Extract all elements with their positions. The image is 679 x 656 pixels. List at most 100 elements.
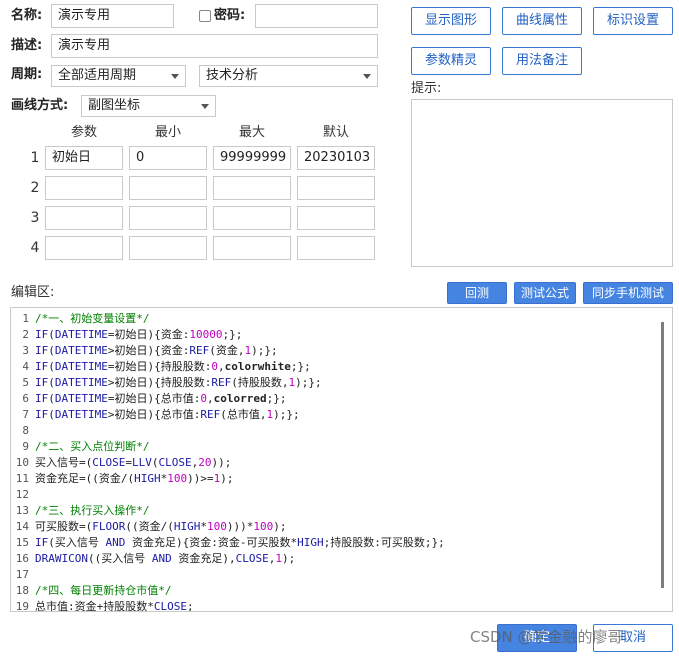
param-name-field[interactable] — [45, 236, 123, 260]
param-default-field[interactable] — [297, 176, 375, 200]
code-line: 1 /*一、初始变量设置*/ — [11, 311, 149, 327]
param-max-field[interactable] — [213, 236, 291, 260]
code-text: /*三、执行买入操作*/ — [35, 504, 150, 517]
chevron-down-icon — [363, 74, 371, 79]
line-number: 11 — [15, 472, 29, 485]
param-wizard-button[interactable]: 参数精灵 — [411, 47, 491, 75]
usage-notes-button[interactable]: 用法备注 — [502, 47, 582, 75]
param-min-field[interactable] — [129, 236, 207, 260]
param-min-field[interactable]: 0 — [129, 146, 207, 170]
param-default-field[interactable] — [297, 206, 375, 230]
show-chart-button[interactable]: 显示图形 — [411, 7, 491, 35]
code-text: 总市值:资金+持股股数*CLOSE; — [35, 600, 194, 612]
sync-mobile-test-button[interactable]: 同步手机测试 — [583, 282, 673, 304]
param-name-field[interactable] — [45, 176, 123, 200]
editor-label: 编辑区: — [11, 285, 55, 300]
period-select[interactable]: 全部适用周期 — [51, 65, 186, 87]
line-number: 12 — [15, 488, 29, 501]
code-line: 7 IF(DATETIME>初始日){总市值:REF(总市值,1);}; — [11, 407, 300, 423]
watermark: CSDN @学金融的廖哥 — [470, 628, 623, 646]
password-field[interactable] — [255, 4, 378, 28]
code-text: 资金充足=((资金/(HIGH*100))>=1); — [35, 472, 234, 485]
code-line: 5 IF(DATETIME>初始日){持股股数:REF(持股股数,1);}; — [11, 375, 322, 391]
param-min-field[interactable] — [129, 206, 207, 230]
code-text: DRAWICON((买入信号 AND 资金充足),CLOSE,1); — [35, 552, 296, 565]
code-line: 10 买入信号=(CLOSE=LLV(CLOSE,20)); — [11, 455, 232, 471]
code-text: 买入信号=(CLOSE=LLV(CLOSE,20)); — [35, 456, 232, 469]
desc-field[interactable]: 演示专用 — [51, 34, 378, 58]
line-number: 17 — [15, 568, 29, 581]
editor-scrollbar[interactable] — [661, 322, 664, 588]
param-default-field[interactable] — [297, 236, 375, 260]
code-text: IF(买入信号 AND 资金充足){资金:资金-可买股数*HIGH;持股股数:可… — [35, 536, 445, 549]
code-line: 9 /*二、买入点位判断*/ — [11, 439, 150, 455]
param-col-header: 参数 — [70, 125, 97, 140]
code-line: 18 /*四、每日更新持仓市值*/ — [11, 583, 172, 599]
period-label: 周期: — [11, 67, 43, 82]
code-line: 13 /*三、执行买入操作*/ — [11, 503, 150, 519]
code-line: 17 — [11, 567, 35, 583]
line-number: 4 — [22, 360, 29, 373]
max-col-header: 最大 — [238, 125, 265, 140]
draw-mode-select[interactable]: 副图坐标 — [81, 95, 216, 117]
password-checkbox[interactable] — [199, 10, 211, 22]
category-select[interactable]: 技术分析 — [199, 65, 378, 87]
line-number: 2 — [22, 328, 29, 341]
param-row-number: 3 — [30, 210, 40, 226]
line-number: 13 — [15, 504, 29, 517]
code-line: 2 IF(DATETIME=初始日){资金:10000;}; — [11, 327, 242, 343]
param-row-number: 4 — [30, 240, 40, 256]
period-select-value: 全部适用周期 — [58, 68, 137, 83]
param-max-field[interactable] — [213, 176, 291, 200]
code-line: 11 资金充足=((资金/(HIGH*100))>=1); — [11, 471, 234, 487]
line-number: 7 — [22, 408, 29, 421]
line-number: 6 — [22, 392, 29, 405]
code-text: IF(DATETIME=初始日){资金:10000;}; — [35, 328, 243, 341]
curve-props-button[interactable]: 曲线属性 — [502, 7, 582, 35]
default-col-header: 默认 — [322, 125, 349, 140]
param-max-field[interactable] — [213, 206, 291, 230]
code-text: /*四、每日更新持仓市值*/ — [35, 584, 172, 597]
code-line: 19 总市值:资金+持股股数*CLOSE; — [11, 599, 194, 612]
code-text: IF(DATETIME>初始日){总市值:REF(总市值,1);}; — [35, 408, 300, 421]
password-label: 密码: — [214, 8, 246, 23]
code-line: 8 — [11, 423, 35, 439]
line-number: 16 — [15, 552, 29, 565]
code-line: 12 — [11, 487, 35, 503]
code-line: 4 IF(DATETIME=初始日){持股股数:0,colorwhite;}; — [11, 359, 310, 375]
line-number: 1 — [22, 312, 29, 325]
code-text: IF(DATETIME>初始日){资金:REF(资金,1);}; — [35, 344, 278, 357]
line-number: 8 — [22, 424, 29, 437]
param-name-field[interactable]: 初始日 — [45, 146, 123, 170]
code-line: 16 DRAWICON((买入信号 AND 资金充足),CLOSE,1); — [11, 551, 295, 567]
chevron-down-icon — [171, 74, 179, 79]
param-max-field[interactable]: 99999999 — [213, 146, 291, 170]
param-row-number: 1 — [30, 150, 40, 166]
param-row-number: 2 — [30, 180, 40, 196]
hint-textarea[interactable] — [411, 99, 673, 267]
min-col-header: 最小 — [154, 125, 181, 140]
backtest-button[interactable]: 回测 — [447, 282, 507, 304]
param-name-field[interactable] — [45, 206, 123, 230]
code-text: /*二、买入点位判断*/ — [35, 440, 150, 453]
code-line: 6 IF(DATETIME=初始日){总市值:0,colorred;}; — [11, 391, 286, 407]
param-min-field[interactable] — [129, 176, 207, 200]
code-text: IF(DATETIME>初始日){持股股数:REF(持股股数,1);}; — [35, 376, 322, 389]
draw-mode-select-value: 副图坐标 — [88, 98, 141, 113]
code-line: 3 IF(DATETIME>初始日){资金:REF(资金,1);}; — [11, 343, 278, 359]
name-field[interactable]: 演示专用 — [51, 4, 174, 28]
line-number: 14 — [15, 520, 29, 533]
desc-label: 描述: — [11, 38, 43, 53]
line-number: 15 — [15, 536, 29, 549]
line-number: 18 — [15, 584, 29, 597]
param-default-field[interactable]: 20230103 — [297, 146, 375, 170]
name-label: 名称: — [11, 8, 43, 23]
code-text: IF(DATETIME=初始日){总市值:0,colorred;}; — [35, 392, 287, 405]
code-editor[interactable]: 1 /*一、初始变量设置*/ 2 IF(DATETIME=初始日){资金:10000;… — [10, 307, 673, 612]
chevron-down-icon — [201, 104, 209, 109]
mark-settings-button[interactable]: 标识设置 — [593, 7, 673, 35]
line-number: 5 — [22, 376, 29, 389]
test-formula-button[interactable]: 测试公式 — [514, 282, 576, 304]
line-number: 19 — [15, 600, 29, 612]
line-number: 3 — [22, 344, 29, 357]
